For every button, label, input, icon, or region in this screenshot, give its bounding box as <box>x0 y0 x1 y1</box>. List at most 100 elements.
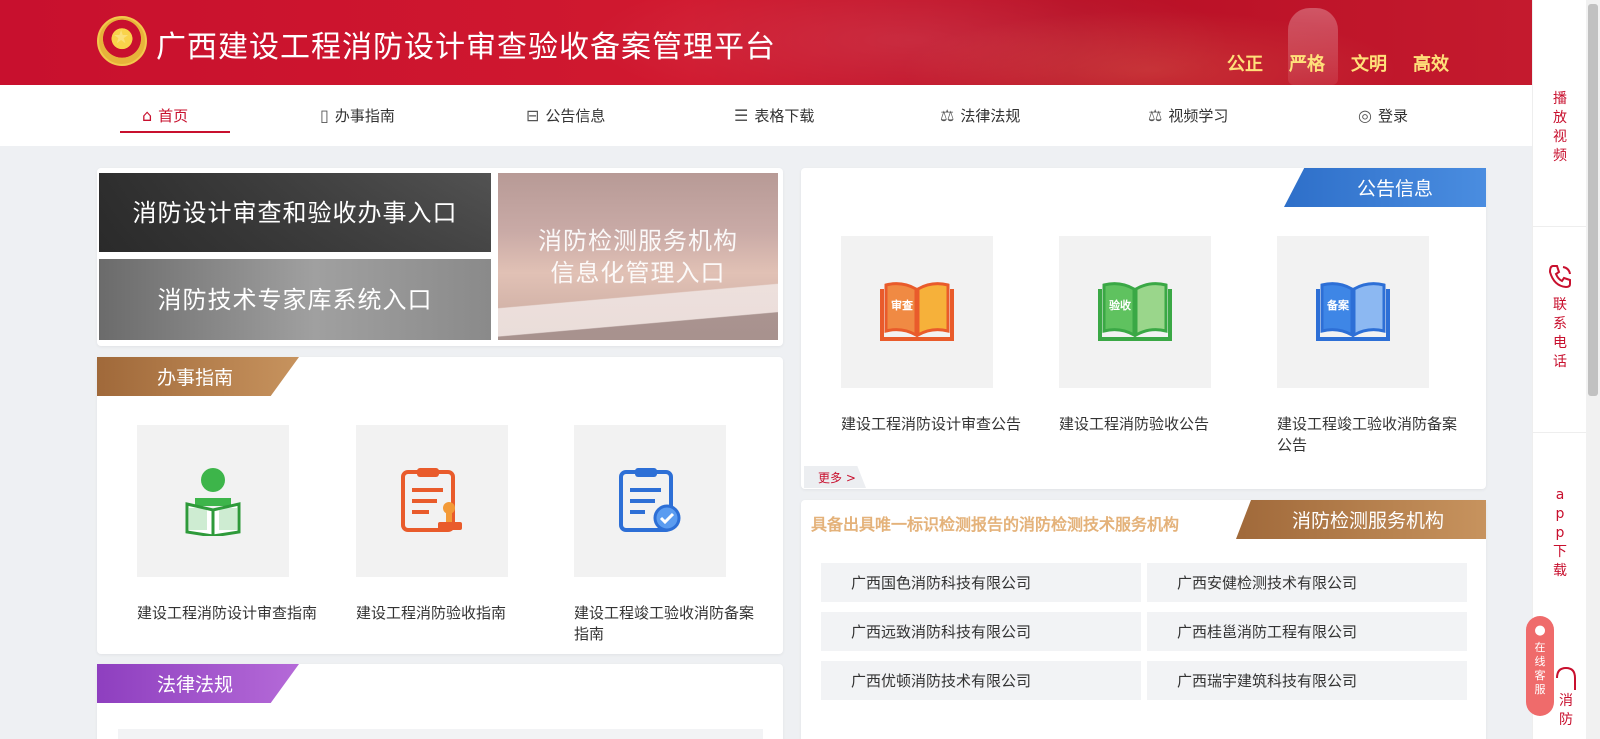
nav-login[interactable]: ◎ 登录 <box>1358 85 1408 146</box>
guide-section-tag: 办事指南 <box>97 357 299 396</box>
contact-phone-button[interactable]: 联 系 电 话 <box>1533 262 1587 372</box>
main-nav: ⌂ 首页 ▯ 办事指南 ⊟ 公告信息 ☰ 表格下载 ⚖ 法律法规 ⚖ 视频学习 … <box>0 85 1532 146</box>
notice-card-review[interactable]: 审查 建设工程消防设计审查公告 <box>841 236 1021 435</box>
side-char: 放 <box>1553 110 1567 126</box>
nav-label: 表格下载 <box>754 107 815 125</box>
online-service-button[interactable]: ● 在 线 客 服 <box>1526 616 1554 716</box>
nav-label: 法律法规 <box>960 107 1021 125</box>
book-text: 验收 <box>1109 298 1131 312</box>
company-item[interactable]: 广西瑞宇建筑科技有限公司 <box>1147 661 1467 700</box>
card-label: 建设工程竣工验收消防备案公告 <box>1277 415 1458 454</box>
notice-section-tag: 公告信息 <box>1284 168 1486 207</box>
nav-law[interactable]: ⚖ 法律法规 <box>940 85 1020 146</box>
clipboard-stamp-icon <box>401 468 462 532</box>
nav-forms[interactable]: ☰ 表格下载 <box>734 85 814 146</box>
expert-database-entry-banner[interactable]: 消防技术专家库系统入口 <box>99 259 491 340</box>
nav-label: 办事指南 <box>334 107 395 125</box>
card-label: 建设工程消防验收公告 <box>1059 415 1210 433</box>
banner-label: 消防检测服务机构 信息化管理入口 <box>538 225 738 289</box>
side-label: 播 放 视 频 <box>1553 90 1567 166</box>
side-char: 话 <box>1553 354 1567 370</box>
gavel-icon: ⚖ <box>1148 106 1163 125</box>
nav-label: 视频学习 <box>1168 107 1229 125</box>
list-icon: ☰ <box>734 106 749 125</box>
side-label: 联 系 电 话 <box>1553 296 1567 372</box>
side-char: 电 <box>1553 335 1567 351</box>
phone-icon <box>1548 265 1571 289</box>
card-icon-box: 验收 <box>1059 236 1211 388</box>
banner-label: 消防设计审查和验收办事入口 <box>132 198 458 227</box>
section-title: 公告信息 <box>1356 178 1433 200</box>
side-char: 防 <box>1559 712 1573 728</box>
motto: 公正 严格 文明 高效 <box>1227 50 1449 76</box>
side-char: 播 <box>1553 91 1567 107</box>
play-video-button[interactable]: 播 放 视 频 <box>1533 90 1587 166</box>
motto-word: 公正 <box>1227 54 1263 75</box>
briefcase-icon: ⊟ <box>526 106 540 125</box>
company-item[interactable]: 广西远致消防科技有限公司 <box>821 612 1141 651</box>
gavel-icon: ⚖ <box>940 106 955 125</box>
company-item[interactable]: 广西安健检测技术有限公司 <box>1147 563 1467 602</box>
page-scrollbar[interactable] <box>1586 0 1600 739</box>
home-icon: ⌂ <box>142 106 153 125</box>
nav-video[interactable]: ⚖ 视频学习 <box>1148 85 1228 146</box>
banner-label-line: 消防检测服务机构 <box>538 226 738 255</box>
nav-guide[interactable]: ▯ 办事指南 <box>320 85 395 146</box>
testing-subtitle: 具备出具唯一标识检测报告的消防检测技术服务机构 <box>811 515 1180 534</box>
company-item[interactable]: 广西桂邕消防工程有限公司 <box>1147 612 1467 651</box>
divider <box>1533 226 1587 227</box>
card-icon-box: 审查 <box>841 236 993 388</box>
chat-icon: ● <box>1534 623 1546 638</box>
side-char: 联 <box>1553 297 1567 313</box>
site-header: ★ 广西建设工程消防设计审查验收备案管理平台 公正 严格 文明 高效 <box>0 0 1532 85</box>
document-icon: ▯ <box>320 106 329 125</box>
more-link[interactable]: 更多 > <box>804 466 866 488</box>
card-label: 建设工程消防设计审查指南 <box>137 604 318 622</box>
side-char: a <box>1555 487 1565 503</box>
side-char: 载 <box>1553 563 1567 579</box>
national-emblem-icon: ★ <box>97 16 147 66</box>
fireman-icon <box>1556 666 1576 690</box>
notice-card-acceptance[interactable]: 验收 建设工程消防验收公告 <box>1059 236 1211 435</box>
guide-card-acceptance[interactable]: 建设工程消防验收指南 <box>356 425 508 624</box>
law-section-tag: 法律法规 <box>97 664 299 703</box>
book-filing-icon: 备案 <box>1316 282 1390 341</box>
company-item[interactable]: 广西优顿消防技术有限公司 <box>821 661 1141 700</box>
side-char: p <box>1555 506 1565 522</box>
guide-card-filing[interactable]: 建设工程竣工验收消防备案指南 <box>574 425 754 645</box>
testing-agency-entry-banner[interactable]: 消防检测服务机构 信息化管理入口 <box>498 173 778 340</box>
nav-home[interactable]: ⌂ 首页 <box>119 85 231 146</box>
book-review-icon: 审查 <box>880 282 954 341</box>
chat-char: 客 <box>1534 669 1546 682</box>
testing-section-tag: 消防检测服务机构 <box>1236 500 1486 539</box>
chat-char: 线 <box>1534 655 1546 668</box>
card-icon-box <box>356 425 508 577</box>
motto-word: 严格 <box>1289 54 1325 75</box>
scrollbar-thumb[interactable] <box>1588 4 1598 396</box>
motto-word: 文明 <box>1351 54 1387 75</box>
reader-icon <box>185 468 241 536</box>
card-icon-box: 备案 <box>1277 236 1429 388</box>
app-download-button[interactable]: a p p 下 载 <box>1533 486 1587 581</box>
motto-word: 高效 <box>1413 54 1449 75</box>
side-char: 视 <box>1553 129 1567 145</box>
side-char: 频 <box>1553 148 1567 164</box>
side-char: p <box>1555 525 1565 541</box>
notice-card-filing[interactable]: 备案 建设工程竣工验收消防备案公告 <box>1277 236 1457 456</box>
nav-notice[interactable]: ⊟ 公告信息 <box>526 85 605 146</box>
nav-label: 公告信息 <box>545 107 606 125</box>
banner-label-line: 信息化管理入口 <box>550 258 726 287</box>
section-title: 法律法规 <box>157 674 234 696</box>
company-item[interactable]: 广西国色消防科技有限公司 <box>821 563 1141 602</box>
card-icon-box <box>574 425 726 577</box>
book-acceptance-icon: 验收 <box>1098 282 1172 341</box>
side-char: 系 <box>1553 316 1567 332</box>
book-text: 审查 <box>891 298 913 312</box>
card-icon-box <box>137 425 289 577</box>
side-char: 消 <box>1559 693 1573 709</box>
clipboard-check-icon <box>619 468 681 532</box>
book-text: 备案 <box>1326 298 1350 312</box>
card-label: 建设工程竣工验收消防备案指南 <box>574 604 755 643</box>
guide-card-review[interactable]: 建设工程消防设计审查指南 <box>137 425 317 624</box>
review-acceptance-entry-banner[interactable]: 消防设计审查和验收办事入口 <box>99 173 491 252</box>
